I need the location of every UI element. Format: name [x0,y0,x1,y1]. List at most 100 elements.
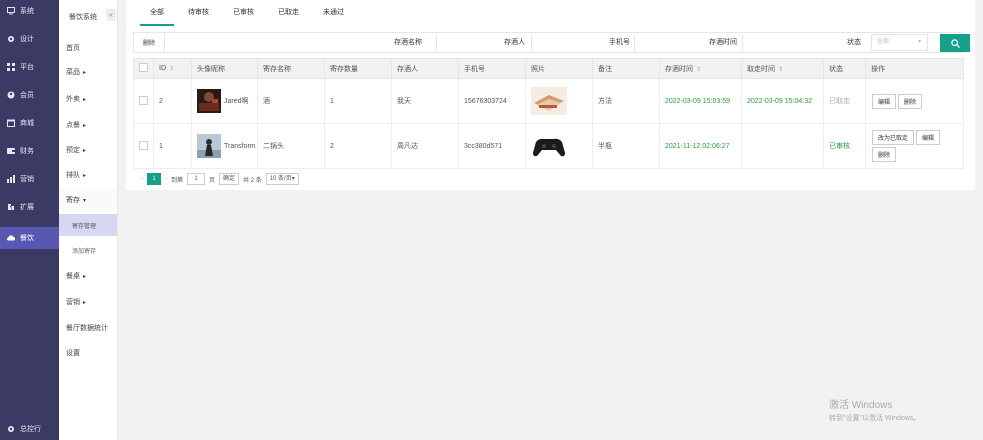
status-badge: 已审核 [823,123,866,169]
search-button[interactable] [940,34,970,52]
edit-button[interactable]: 编辑 [872,93,897,109]
column-header: 存酒人 [391,58,459,79]
menu-item-label: 设置 [66,350,80,357]
menu-item-takeout[interactable]: 外卖 ▸ [59,88,117,110]
sidebar-item-extend[interactable]: 扩展 [0,196,59,218]
name-filter-label: 存酒名称 [394,39,422,46]
page-number-current[interactable]: 1 [147,173,161,185]
chart-icon [7,175,15,183]
cell-deposit-time: 2021-11-12 02:06:27 [659,123,742,169]
row-checkbox[interactable] [139,140,148,150]
column-header: 照片 [525,58,593,79]
next-page-button[interactable]: › [165,173,167,185]
row-checkbox[interactable] [139,95,148,105]
column-header: 状态 [823,58,866,79]
mark-picked-up-button[interactable]: 改为已取走 [872,130,915,145]
cell-note: 半瓶 [592,123,660,169]
menu-item-statistics[interactable]: 餐厅数据统计 [59,317,117,339]
cell-actions: 编辑 删除 [865,78,964,124]
chevron-right-icon: ▸ [83,147,87,154]
sidebar-item-design[interactable]: 设计 [0,28,59,50]
time-filter-input[interactable] [742,34,837,51]
cell-note: 方法 [592,78,660,124]
gear-icon [7,425,15,433]
storage-table: ID ⇕ 头像昵称 寄存名称 寄存数量 存酒人 手机号 照片 备注 存酒时间 ⇕ 取… [133,58,964,169]
tab-pending[interactable]: 待审核 [176,0,221,26]
goto-confirm-button[interactable]: 确定 [219,173,240,185]
nickname: Jared啊 [224,97,249,105]
status-filter-value: 全部 [877,39,890,45]
menu-item-label: 菜品 [66,69,80,76]
select-all-checkbox[interactable] [139,63,148,72]
goto-page-input[interactable]: 1 [187,173,206,185]
menu-item-label: 餐桌 [66,273,80,280]
monitor-icon [7,7,15,15]
menu-item-home[interactable]: 首页 [59,37,117,59]
sidebar-item-platform[interactable]: 平台 [0,56,59,78]
avatar [197,89,221,113]
menu-item-queue[interactable]: 排队 ▸ [59,164,117,186]
avatar [197,134,221,158]
delete-button[interactable]: 删除 [134,33,165,52]
page-size-select[interactable]: 10 条/页 ▾ [265,173,299,185]
menu-item-ordering[interactable]: 点餐 ▸ [59,114,117,136]
chevron-right-icon: ▸ [83,273,87,280]
tab-approved[interactable]: 已审核 [221,0,266,26]
menu-item-label: 餐厅数据统计 [66,325,108,332]
sidebar-item-catering[interactable]: 餐饮 [0,227,59,249]
column-header: 寄存名称 [257,58,325,79]
sidebar-item-system[interactable]: 系统 [0,0,59,22]
status-filter-select[interactable]: 全部 ▾ [871,34,928,51]
page-unit: 页 [209,177,216,184]
prev-page-button[interactable]: ‹ [141,173,143,185]
menu-item-settings[interactable]: 设置 [59,342,117,364]
sidebar-item-member[interactable]: 会员 [0,84,59,106]
tab-all[interactable]: 全部 [138,0,176,26]
phone-filter-input[interactable] [634,34,694,51]
goto-label: 到第 [171,177,184,184]
column-header[interactable]: ID ⇕ [153,58,192,79]
delete-row-button[interactable]: 删除 [872,147,897,162]
sort-icon[interactable]: ⇕ [696,67,701,73]
sidebar-item-marketing[interactable]: 营销 [0,168,59,190]
chevron-down-icon: ▾ [917,39,921,45]
menu-item-dishes[interactable]: 菜品 ▸ [59,61,117,83]
sidebar-item-finance[interactable]: 财务 [0,140,59,162]
cell-pickup-time: 2022-03-09 15:04:32 [741,78,824,124]
edit-button[interactable]: 编辑 [916,130,941,145]
shop-icon [7,119,15,127]
tab-rejected[interactable]: 未通过 [311,0,356,26]
status-filter-label: 状态 [847,39,861,46]
cell-user: Transform [191,123,258,169]
column-header[interactable]: 存酒时间 ⇕ [659,58,742,79]
sidebar-item-label: 会员 [20,92,34,99]
menu-item-label: 营销 [66,299,80,306]
sort-icon[interactable]: ⇕ [778,67,783,73]
cloud-icon [7,234,15,242]
menu-item-table[interactable]: 餐桌 ▸ [59,265,117,287]
name-filter-input[interactable] [436,34,488,51]
sidebar-item-label: 营销 [20,176,34,183]
select-all-cell[interactable] [133,58,154,79]
collapse-menu-button[interactable]: « [106,9,116,21]
sort-icon[interactable]: ⇕ [169,66,174,72]
column-header[interactable]: 取走时间 ⇕ [741,58,824,79]
menu-subitem-storage-add[interactable]: 添加寄存 [59,239,117,261]
column-header: 头像昵称 [191,58,258,79]
column-header: 备注 [592,58,660,79]
delete-row-button[interactable]: 删除 [898,93,923,109]
menu-item-reservation[interactable]: 预定 ▸ [59,139,117,161]
cell-photo [525,123,593,169]
depositor-filter-input[interactable] [531,34,591,51]
menu-item-storage[interactable]: 寄存 ▾ [59,189,117,211]
windows-activation-watermark: 激活 Windows 转到"设置"以激活 Windows。 [829,396,920,423]
menu-item-marketing[interactable]: 营销 ▸ [59,291,117,313]
nickname: Transform [224,142,256,150]
sidebar-item-label: 平台 [20,64,34,71]
sidebar-item-label: 餐饮 [20,235,34,242]
menu-subitem-storage-manage[interactable]: 寄存管理 [59,214,117,236]
tab-picked-up[interactable]: 已取走 [266,0,311,26]
cell-id: 1 [153,123,192,169]
sidebar-item-shop[interactable]: 商城 [0,112,59,134]
sidebar-item-console[interactable]: 总控行 [0,418,59,440]
